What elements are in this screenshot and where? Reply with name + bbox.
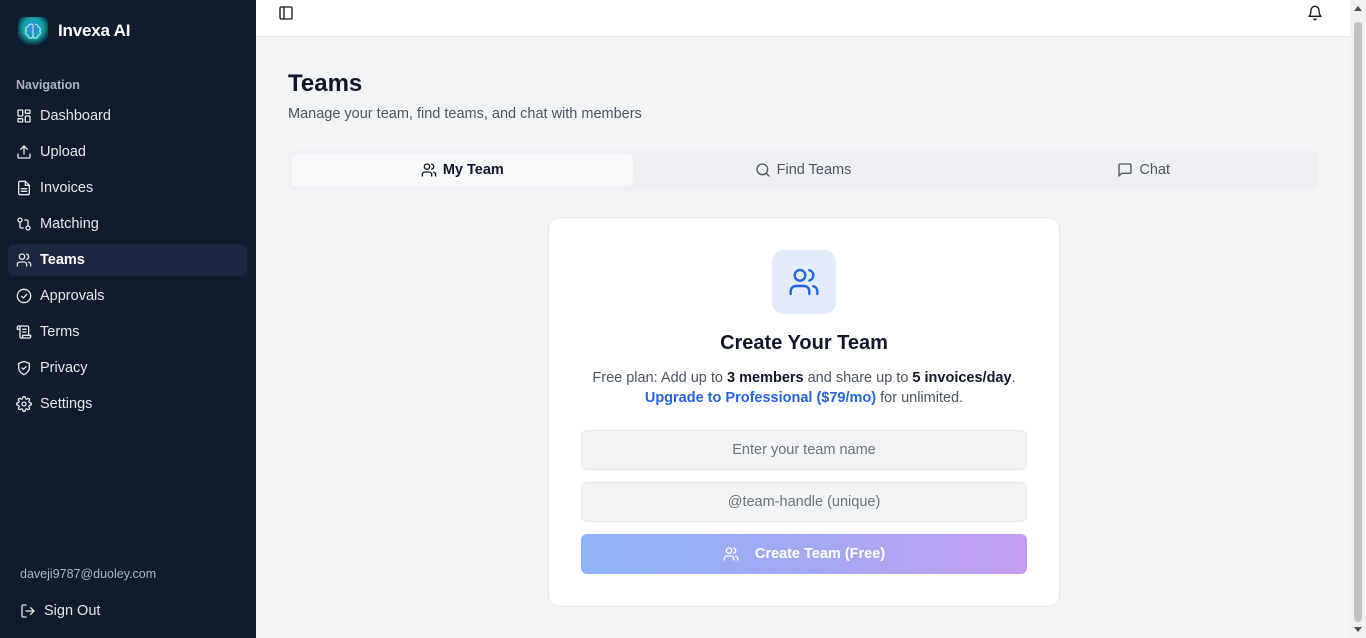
plan-limits-line: Free plan: Add up to 3 members and share… — [549, 368, 1059, 388]
sidebar-item-label: Approvals — [40, 288, 105, 304]
panel-left-icon — [279, 6, 293, 20]
sign-out-label: Sign Out — [44, 603, 101, 619]
sidebar-item-approvals[interactable]: Approvals — [8, 280, 247, 312]
create-team-button[interactable]: Create Team (Free) — [581, 534, 1027, 574]
brand[interactable]: Invexa AI — [18, 17, 130, 45]
scroll-thumb[interactable] — [1354, 22, 1362, 622]
bell-icon — [1308, 5, 1322, 21]
tab-label: My Team — [442, 162, 504, 178]
sidebar-toggle-button[interactable] — [278, 5, 294, 21]
sidebar-item-dashboard[interactable]: Dashboard — [8, 100, 247, 132]
users-icon — [16, 253, 32, 267]
user-email: daveji9787@duoley.com — [20, 567, 157, 581]
sidebar-item-matching[interactable]: Matching — [8, 208, 247, 240]
sidebar: Invexa AI Navigation Dashboard Upload In… — [0, 0, 256, 638]
brand-name: Invexa AI — [58, 21, 131, 40]
members-limit: 3 members — [727, 370, 804, 386]
sidebar-item-label: Matching — [40, 216, 99, 232]
teams-tabs: My Team Find Teams Chat — [288, 150, 1318, 190]
create-team-label: Create Team (Free) — [754, 546, 886, 562]
sidebar-item-label: Upload — [40, 144, 86, 160]
desc-prefix: Free plan: Add up to — [592, 370, 728, 386]
tab-label: Chat — [1139, 162, 1170, 178]
sidebar-item-teams[interactable]: Teams — [8, 244, 247, 276]
tab-my-team[interactable]: My Team — [292, 154, 633, 186]
scroll-down-arrow-icon[interactable] — [1354, 627, 1362, 632]
sidebar-item-label: Settings — [40, 396, 93, 412]
check-circle-icon — [16, 288, 32, 304]
upgrade-line: Upgrade to Professional ($79/mo) for unl… — [549, 388, 1059, 408]
sidebar-item-privacy[interactable]: Privacy — [8, 352, 247, 384]
sidebar-item-invoices[interactable]: Invoices — [8, 172, 247, 204]
tab-chat[interactable]: Chat — [973, 154, 1314, 186]
sidebar-item-upload[interactable]: Upload — [8, 136, 247, 168]
shield-icon — [18, 360, 30, 376]
team-handle-input[interactable] — [581, 482, 1027, 522]
sidebar-item-label: Invoices — [40, 180, 94, 196]
upload-icon — [17, 145, 31, 159]
upgrade-link[interactable]: Upgrade to Professional ($79/mo) — [645, 390, 876, 406]
sidebar-item-label: Terms — [40, 324, 80, 340]
search-icon — [755, 163, 770, 177]
desc-suffix: . — [1011, 370, 1016, 386]
topbar — [256, 0, 1350, 37]
sidebar-item-label: Teams — [40, 252, 85, 268]
page-title: Teams — [288, 70, 363, 97]
dashboard-icon — [17, 109, 31, 123]
tab-find-teams[interactable]: Find Teams — [633, 154, 974, 186]
create-team-card: Create Your Team Free plan: Add up to 3 … — [548, 217, 1060, 607]
scroll-icon — [16, 325, 32, 339]
log-out-icon — [21, 604, 35, 618]
invoices-limit: 5 invoices/day — [912, 370, 1012, 386]
desc-middle: and share up to — [803, 370, 913, 386]
nav-heading: Navigation — [16, 78, 80, 92]
page-scrollbar[interactable] — [1350, 0, 1366, 638]
team-name-input[interactable] — [581, 430, 1027, 470]
notifications-button[interactable] — [1307, 5, 1323, 21]
scroll-up-arrow-icon[interactable] — [1354, 6, 1362, 11]
team-icon-badge — [772, 250, 836, 314]
upgrade-suffix: for unlimited. — [876, 390, 964, 406]
card-title: Create Your Team — [720, 332, 888, 354]
message-square-icon — [1118, 163, 1133, 177]
sidebar-item-terms[interactable]: Terms — [8, 316, 247, 348]
plan-description: Free plan: Add up to 3 members and share… — [549, 368, 1059, 408]
sidebar-nav: Dashboard Upload Invoices Matching Teams… — [8, 100, 247, 424]
users-icon — [421, 163, 437, 177]
sign-out-button[interactable]: Sign Out — [12, 596, 100, 626]
tab-label: Find Teams — [776, 162, 852, 178]
file-text-icon — [18, 180, 30, 196]
brand-logo-icon — [18, 17, 48, 45]
gear-icon — [16, 396, 32, 412]
page-subtitle: Manage your team, find teams, and chat w… — [288, 106, 642, 122]
sidebar-item-label: Dashboard — [40, 108, 111, 124]
users-icon — [723, 547, 739, 561]
git-compare-icon — [17, 217, 31, 231]
users-icon — [789, 268, 819, 296]
sidebar-item-settings[interactable]: Settings — [8, 388, 247, 420]
sidebar-item-label: Privacy — [40, 360, 88, 376]
